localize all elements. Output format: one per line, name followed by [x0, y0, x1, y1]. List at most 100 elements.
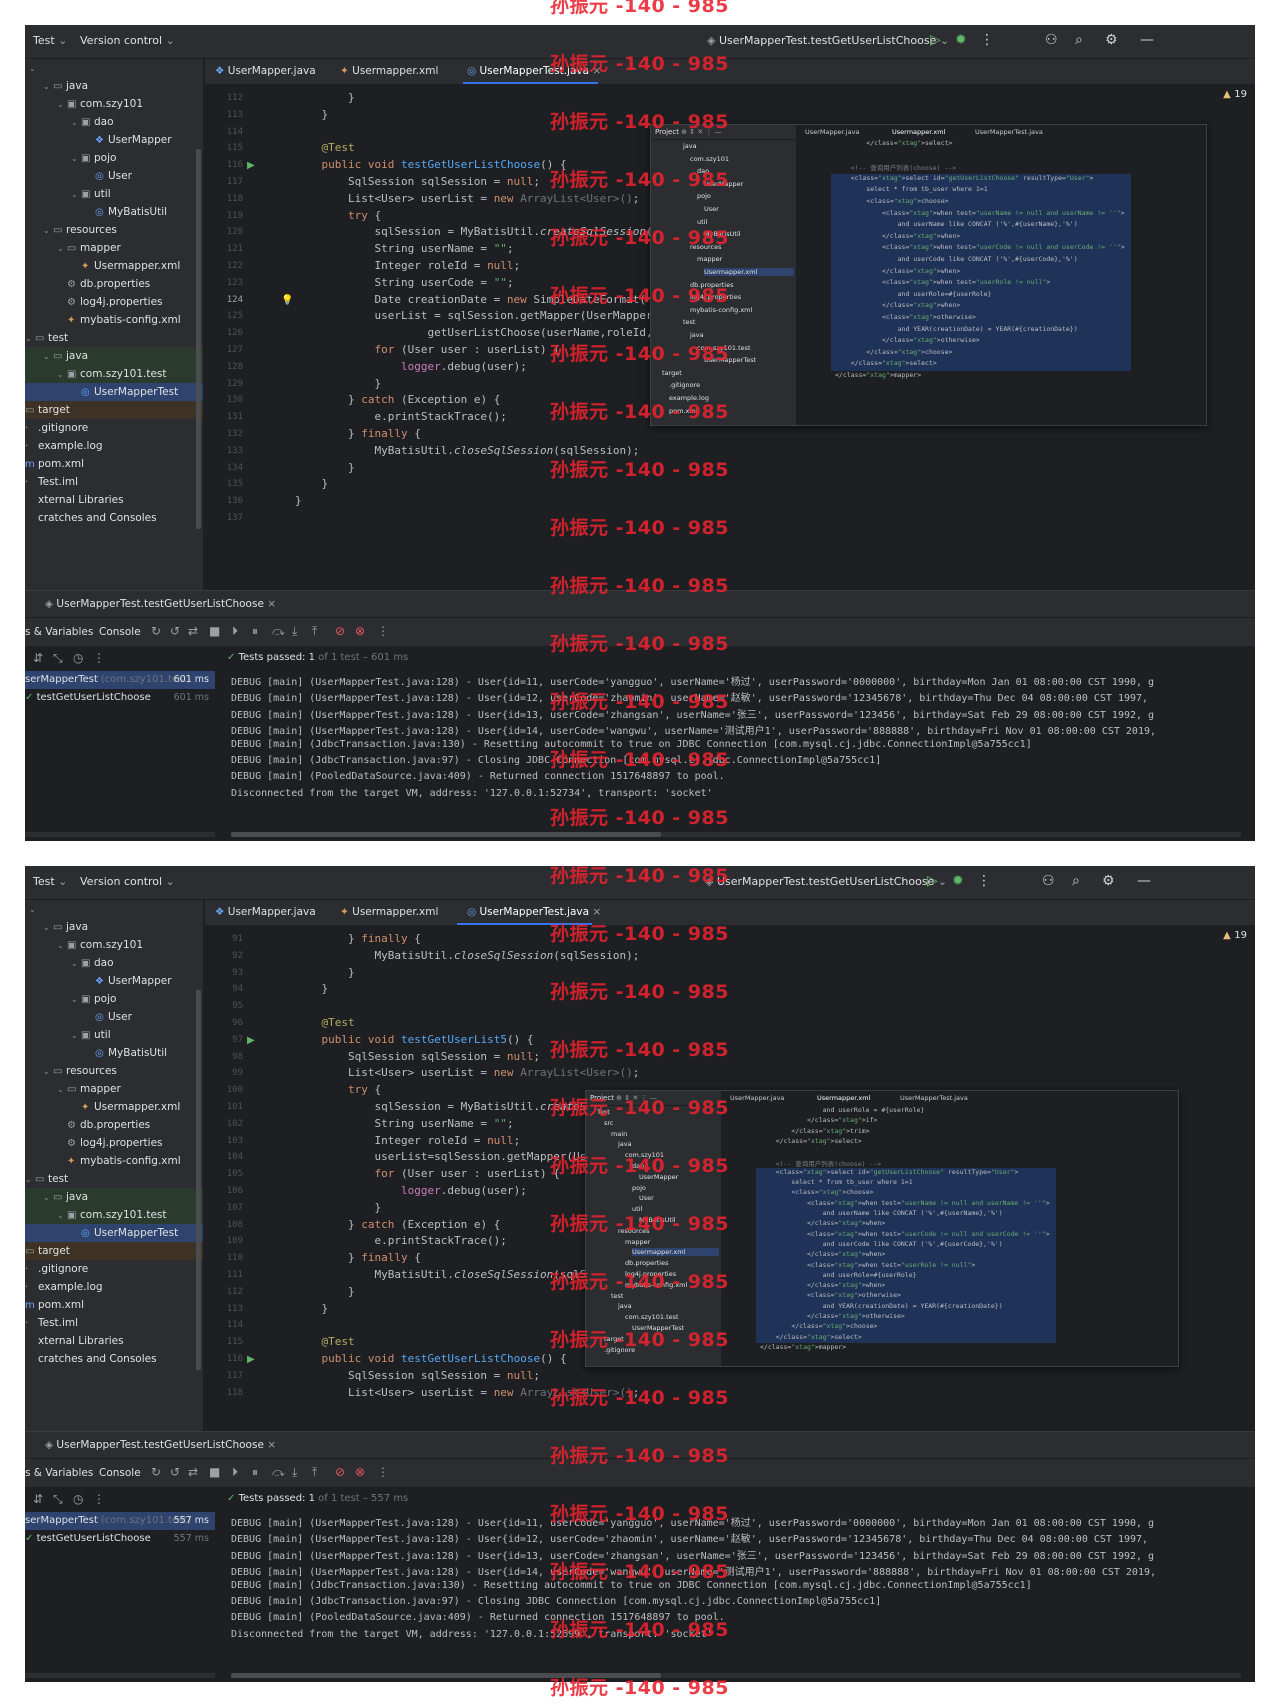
history-icon[interactable]: ◷ — [73, 651, 83, 665]
vcs-dropdown[interactable]: Version control ⌄ — [80, 34, 175, 47]
close-icon[interactable]: × — [264, 1439, 276, 1451]
code-line[interactable]: logger.debug(user); — [295, 360, 527, 373]
embedded-tree-item[interactable]: mapper — [697, 255, 722, 263]
code-line[interactable]: Integer roleId = null; — [295, 1134, 520, 1147]
user-icon[interactable]: ⚇ — [1045, 32, 1058, 48]
tree-item-java[interactable]: ⌄ ▭ java — [25, 1188, 203, 1206]
view-breakpoints-icon[interactable]: ⊘ — [335, 624, 345, 638]
tree-item-mybatis-config-xml[interactable]: ✦ mybatis-config.xml — [25, 311, 203, 329]
code-line[interactable]: e.printStackTrace(); — [295, 410, 506, 423]
tree-item--gitignore[interactable]: · .gitignore — [25, 1260, 203, 1278]
embedded-tree-item[interactable]: Test — [597, 1108, 610, 1116]
embedded-tree-item[interactable]: target — [604, 1335, 624, 1343]
sort-icon[interactable]: ⇵ — [33, 1492, 43, 1506]
rerun-failed-icon[interactable]: ↺ — [170, 624, 180, 638]
embedded-tree-item[interactable]: target — [662, 369, 682, 377]
tree-item-pom-xml[interactable]: m pom.xml — [25, 1296, 203, 1314]
embedded-tree-item[interactable]: UserMapperTest — [632, 1324, 684, 1332]
more-icon[interactable]: ⋮ — [93, 1492, 105, 1506]
tab-usermapper-java[interactable]: ❖ UserMapper.java — [215, 65, 316, 77]
embedded-tree-item[interactable]: util — [697, 218, 707, 226]
run-tab[interactable]: ◈ UserMapperTest.testGetUserListChoose × — [45, 598, 276, 610]
code-line[interactable]: SqlSession sqlSession = null; — [295, 175, 540, 188]
debug-icon[interactable]: ✹ — [952, 873, 964, 889]
embedded-tree-item[interactable]: java — [690, 331, 704, 339]
tree-item-usermapper-xml[interactable]: ✦ Usermapper.xml — [25, 1098, 203, 1116]
embedded-tree-item[interactable]: User — [704, 205, 719, 213]
embedded-tab[interactable]: UserMapperTest.java — [975, 128, 1043, 136]
embedded-tree-item[interactable]: resources — [690, 243, 722, 251]
code-line[interactable]: } — [295, 966, 355, 979]
embedded-tree-item[interactable]: mybatis-config.xml — [690, 306, 752, 314]
code-line[interactable]: } — [295, 1302, 328, 1315]
embedded-tree-item[interactable]: dao — [697, 167, 709, 175]
tree-item-usermapper-xml[interactable]: ✦ Usermapper.xml — [25, 257, 203, 275]
tree-item-cratches-and-consoles[interactable]: cratches and Consoles — [25, 509, 203, 527]
variables-tab[interactable]: s & Variables — [25, 626, 93, 638]
tree-item-resources[interactable]: ⌄ ▭ resources — [25, 221, 203, 239]
embedded-tree-item[interactable]: example.log — [669, 394, 709, 402]
code-line[interactable]: } — [295, 1285, 355, 1298]
embedded-tree-item[interactable]: com.szy101.test — [697, 344, 751, 352]
embedded-tree-item[interactable]: mybatis-config.xml — [625, 1281, 687, 1289]
embedded-tree-item[interactable]: .gitignore — [669, 381, 700, 389]
rerun-failed-icon[interactable]: ↺ — [170, 1465, 180, 1479]
embedded-tab[interactable]: Usermapper.xml — [817, 1094, 870, 1102]
code-line[interactable]: String userName = ""; — [295, 242, 513, 255]
tree-item-java[interactable]: ⌄ ▭ java — [25, 918, 203, 936]
history-icon[interactable]: ◷ — [73, 1492, 83, 1506]
pause-icon[interactable]: ⏸ — [252, 1465, 258, 1480]
settings-icon[interactable]: ⚙ — [1105, 32, 1118, 48]
run-test-gutter-icon[interactable]: ▶ — [247, 160, 255, 171]
embedded-tree-item[interactable]: Usermapper.xml — [704, 268, 794, 276]
more-icon[interactable]: ⋮ — [977, 873, 991, 889]
code-line[interactable]: public void testGetUserList5() { — [295, 1033, 534, 1046]
tab-usermappertest-java[interactable]: ◎ UserMapperTest.java × — [467, 906, 601, 918]
tree-item-test-iml[interactable]: · Test.iml — [25, 473, 203, 491]
step-out-icon[interactable]: ⤒ — [312, 624, 317, 639]
tree-item-db-properties[interactable]: ⚙ db.properties — [25, 275, 203, 293]
debug-icon[interactable]: ✹ — [955, 32, 967, 48]
mute-breakpoints-icon[interactable]: ⊗ — [355, 1465, 365, 1479]
intention-bulb-icon[interactable]: 💡 — [281, 295, 293, 306]
tree-item-example-log[interactable]: · example.log — [25, 437, 203, 455]
embedded-tree-item[interactable]: MyBatisUtil — [639, 1216, 676, 1224]
embedded-tree-item[interactable]: UserMapper — [704, 180, 743, 188]
run-icon[interactable]: ▷ — [927, 873, 938, 889]
embedded-tree-item[interactable]: com.szy101 — [625, 1151, 664, 1159]
embedded-tree-item[interactable]: UserMapperTest — [704, 356, 756, 364]
embedded-tree-item[interactable]: pom.xml — [669, 407, 698, 415]
step-over-icon[interactable]: ⤼ — [272, 624, 285, 639]
rerun-icon[interactable]: ↻ — [151, 624, 161, 638]
tree-item-usermapper[interactable]: ❖ UserMapper — [25, 131, 203, 149]
tree-item-test[interactable]: ⌄ ▭ test — [25, 329, 203, 347]
run-test-gutter-icon[interactable]: ▶ — [247, 1035, 255, 1046]
run-tab[interactable]: ◈ UserMapperTest.testGetUserListChoose × — [45, 1439, 276, 1451]
scrollbar-thumb[interactable] — [231, 1673, 661, 1678]
tree-item-java[interactable]: ⌄ ▭ java — [25, 347, 203, 365]
run-icon[interactable]: ▷ — [930, 32, 941, 48]
tree-item-pojo[interactable]: ⌄ ▣ pojo — [25, 149, 203, 167]
tree-item-java[interactable]: ⌄ ▭ java — [25, 77, 203, 95]
embedded-tree-item[interactable]: util — [632, 1205, 642, 1213]
test-class-row[interactable]: serMapperTest (com.szy101.test) 601 ms — [25, 671, 215, 689]
console-horizontal-scrollbar[interactable] — [231, 832, 1241, 837]
run-config-dropdown[interactable]: ◈ UserMapperTest.testGetUserListChoose ⌄ — [705, 875, 947, 888]
tree-root-row[interactable]: ⌄ — [25, 59, 203, 77]
tree-root-row[interactable]: ⌄ — [25, 900, 203, 918]
expand-icon[interactable]: ⤡ — [53, 651, 63, 666]
code-line[interactable]: e.printStackTrace(); — [295, 1234, 506, 1247]
code-line[interactable]: @Test — [295, 141, 355, 154]
tree-item-usermappertest[interactable]: ◎ UserMapperTest — [25, 1224, 203, 1242]
tree-item-mapper[interactable]: ⌄ ▭ mapper — [25, 239, 203, 257]
step-into-icon[interactable]: ⤓ — [292, 1465, 297, 1480]
code-line[interactable]: Integer roleId = null; — [295, 259, 520, 272]
tree-item-mybatisutil[interactable]: ◎ MyBatisUtil — [25, 1044, 203, 1062]
test-method-row[interactable]: ✓ testGetUserListChoose 557 ms — [25, 1530, 215, 1548]
embedded-tab[interactable]: UserMapper.java — [730, 1094, 784, 1102]
tree-item-xternal-libraries[interactable]: xternal Libraries — [25, 1332, 203, 1350]
embedded-tree-item[interactable]: MyBatisUtil — [704, 230, 741, 238]
code-line[interactable]: List<User> userList = new ArrayList<User… — [295, 1066, 639, 1079]
code-line[interactable]: } — [295, 982, 328, 995]
embedded-tree-item[interactable]: mapper — [625, 1238, 650, 1246]
